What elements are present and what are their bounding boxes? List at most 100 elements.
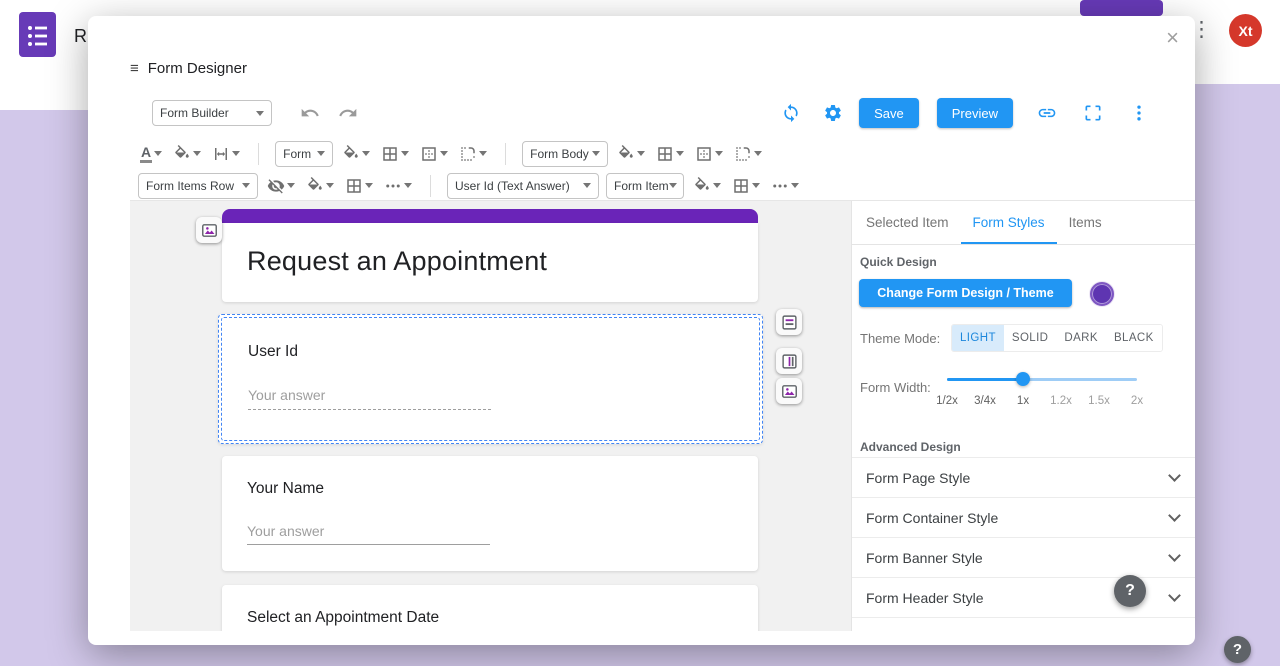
advanced-design-label: Advanced Design xyxy=(860,440,961,454)
form-width-slider[interactable] xyxy=(947,371,1137,387)
form-target-select[interactable]: Form xyxy=(275,140,334,167)
form-borders-button[interactable] xyxy=(379,141,411,167)
close-icon[interactable]: × xyxy=(1166,26,1179,50)
tab-selected-item[interactable]: Selected Item xyxy=(854,201,961,244)
form-builder-select[interactable]: Form Builder xyxy=(152,100,272,126)
form-width-ticks: 1/2x 3/4x 1x 1.2x 1.5x 2x xyxy=(936,395,1143,409)
row-more-button[interactable] xyxy=(382,173,414,199)
chevron-down-icon xyxy=(401,151,410,160)
form-designer-modal: × ≡ Form Designer Form Builder Save Prev… xyxy=(88,16,1195,645)
form-corner-radius-button[interactable] xyxy=(457,141,489,167)
preview-button[interactable]: Preview xyxy=(936,98,1013,128)
chevron-down-icon xyxy=(326,183,334,192)
chevron-down-icon xyxy=(713,183,721,192)
link-button[interactable] xyxy=(1035,100,1059,126)
change-theme-button[interactable]: Change Form Design / Theme xyxy=(859,279,1072,307)
item-column-style-button[interactable] xyxy=(776,348,802,374)
app-toolbar-strip xyxy=(0,84,88,110)
more-options-button[interactable] xyxy=(1127,100,1151,126)
width-tick[interactable]: 1x xyxy=(1017,395,1029,407)
form-outer-border-button[interactable] xyxy=(418,141,450,167)
send-button-partial[interactable] xyxy=(1080,0,1163,16)
theme-color-swatch[interactable] xyxy=(1090,282,1114,306)
form-item-select-value: Form Item xyxy=(614,178,669,193)
body-fill-color-button[interactable] xyxy=(615,141,647,167)
width-tick[interactable]: 1/2x xyxy=(936,395,958,407)
undo-button[interactable] xyxy=(298,100,322,126)
theme-mode-black[interactable]: BLACK xyxy=(1105,325,1162,351)
refresh-button[interactable] xyxy=(779,100,803,126)
field-label: Your Name xyxy=(247,480,324,497)
theme-mode-group: LIGHT SOLID DARK BLACK xyxy=(951,324,1163,352)
row-fill-color-button[interactable] xyxy=(304,173,336,199)
field-placeholder[interactable]: Your answer xyxy=(248,387,325,403)
form-canvas[interactable]: Request an Appointment User Id Your answ… xyxy=(130,201,851,631)
width-tick[interactable]: 2x xyxy=(1131,395,1143,407)
tab-items[interactable]: Items xyxy=(1057,201,1114,244)
form-item-select[interactable]: Form Item xyxy=(606,172,684,199)
save-button[interactable]: Save xyxy=(859,98,919,128)
banner-style-button[interactable] xyxy=(196,217,222,243)
text-color-button[interactable]: A xyxy=(138,141,164,167)
theme-mode-label: Theme Mode: xyxy=(860,331,941,346)
width-button[interactable] xyxy=(210,141,242,167)
width-tick[interactable]: 1.2x xyxy=(1050,395,1072,407)
chevron-down-icon xyxy=(1168,468,1181,482)
width-tick[interactable]: 1.5x xyxy=(1088,395,1110,407)
fullscreen-button[interactable] xyxy=(1081,100,1105,126)
chevron-down-icon xyxy=(676,151,685,160)
field-appointment-date[interactable]: Select an Appointment Date xyxy=(222,585,758,631)
visibility-button[interactable] xyxy=(265,173,297,199)
chevron-down-icon xyxy=(232,151,241,160)
body-outer-border-button[interactable] xyxy=(693,141,725,167)
accordion-form-banner-style[interactable]: Form Banner Style xyxy=(852,538,1195,578)
field-your-name[interactable]: Your Name Your answer xyxy=(222,456,758,571)
form-fill-color-button[interactable] xyxy=(340,141,372,167)
body-borders-button[interactable] xyxy=(654,141,686,167)
item-cell-style-button[interactable] xyxy=(776,378,802,404)
selected-field-user-id[interactable]: User Id Your answer xyxy=(218,314,763,444)
slider-thumb[interactable] xyxy=(1016,372,1030,386)
fill-color-button[interactable] xyxy=(171,141,203,167)
item-more-button[interactable] xyxy=(769,173,801,199)
theme-mode-dark[interactable]: DARK xyxy=(1056,325,1106,351)
accordion-form-container-style[interactable]: Form Container Style xyxy=(852,498,1195,538)
field-label: User Id xyxy=(248,343,298,360)
item-fill-color-button[interactable] xyxy=(691,173,723,199)
form-banner[interactable] xyxy=(222,209,758,223)
accordion-label: Form Container Style xyxy=(866,509,999,526)
accordion-form-page-style[interactable]: Form Page Style xyxy=(852,458,1195,498)
accordion-label: Form Header Style xyxy=(866,589,984,606)
quick-design-label: Quick Design xyxy=(860,255,937,269)
forms-app-logo-icon[interactable] xyxy=(19,12,56,57)
form-header-card[interactable]: Request an Appointment xyxy=(222,223,758,302)
main-toolbar: Form Builder Save Preview xyxy=(152,98,1151,128)
form-builder-select-value: Form Builder xyxy=(160,106,229,120)
theme-mode-light[interactable]: LIGHT xyxy=(952,325,1004,351)
page-help-button[interactable]: ? xyxy=(1224,636,1251,663)
field-underline xyxy=(247,544,490,545)
text-color-glyph: A xyxy=(140,144,153,163)
chevron-down-icon xyxy=(1168,588,1181,602)
body-corner-radius-button[interactable] xyxy=(732,141,764,167)
selected-item-select[interactable]: User Id (Text Answer) xyxy=(447,172,599,199)
accordion-label: Form Page Style xyxy=(866,469,971,486)
avatar[interactable]: Xt xyxy=(1229,14,1262,47)
chevron-down-icon xyxy=(752,183,760,192)
tab-form-styles[interactable]: Form Styles xyxy=(961,201,1057,244)
panel-tabs: Selected Item Form Styles Items xyxy=(852,201,1195,245)
item-row-style-button[interactable] xyxy=(776,309,802,335)
chevron-down-icon xyxy=(668,183,677,192)
field-label: Select an Appointment Date xyxy=(247,609,440,626)
settings-gear-button[interactable] xyxy=(821,100,845,126)
redo-button[interactable] xyxy=(336,100,360,126)
row-borders-button[interactable] xyxy=(343,173,375,199)
panel-help-button[interactable]: ? xyxy=(1114,575,1146,607)
width-tick[interactable]: 3/4x xyxy=(974,395,996,407)
form-body-select[interactable]: Form Body xyxy=(522,140,609,167)
form-items-row-select[interactable]: Form Items Row xyxy=(138,172,258,199)
field-placeholder[interactable]: Your answer xyxy=(247,523,324,539)
theme-mode-solid[interactable]: SOLID xyxy=(1003,325,1057,351)
form-title: Request an Appointment xyxy=(247,246,548,276)
item-borders-button[interactable] xyxy=(730,173,762,199)
